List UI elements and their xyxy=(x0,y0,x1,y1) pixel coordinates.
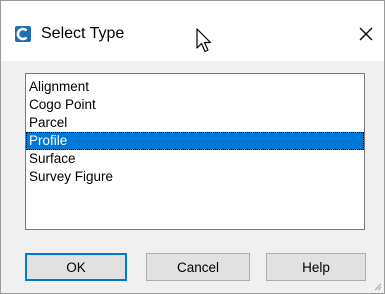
mouse-pointer-icon xyxy=(196,28,212,53)
list-item-survey-figure[interactable]: Survey Figure xyxy=(26,168,364,186)
list-item-parcel[interactable]: Parcel xyxy=(26,114,364,132)
close-icon xyxy=(359,27,373,41)
app-c-icon xyxy=(15,26,31,42)
close-button[interactable] xyxy=(351,15,381,53)
help-button[interactable]: Help xyxy=(266,253,366,281)
cancel-button[interactable]: Cancel xyxy=(146,253,250,281)
list-item-surface[interactable]: Surface xyxy=(26,150,364,168)
window-title: Select Type xyxy=(41,25,125,42)
resize-grip-icon[interactable] xyxy=(372,281,382,291)
type-listbox[interactable]: Alignment Cogo Point Parcel Profile Surf… xyxy=(25,73,365,230)
ok-button[interactable]: OK xyxy=(25,253,127,281)
select-type-dialog: Select Type Alignment Cogo Point Parcel … xyxy=(0,0,385,294)
list-item-alignment[interactable]: Alignment xyxy=(26,78,364,96)
title-bar[interactable]: Select Type xyxy=(1,1,384,61)
list-item-cogo-point[interactable]: Cogo Point xyxy=(26,96,364,114)
list-item-profile[interactable]: Profile xyxy=(26,132,364,150)
